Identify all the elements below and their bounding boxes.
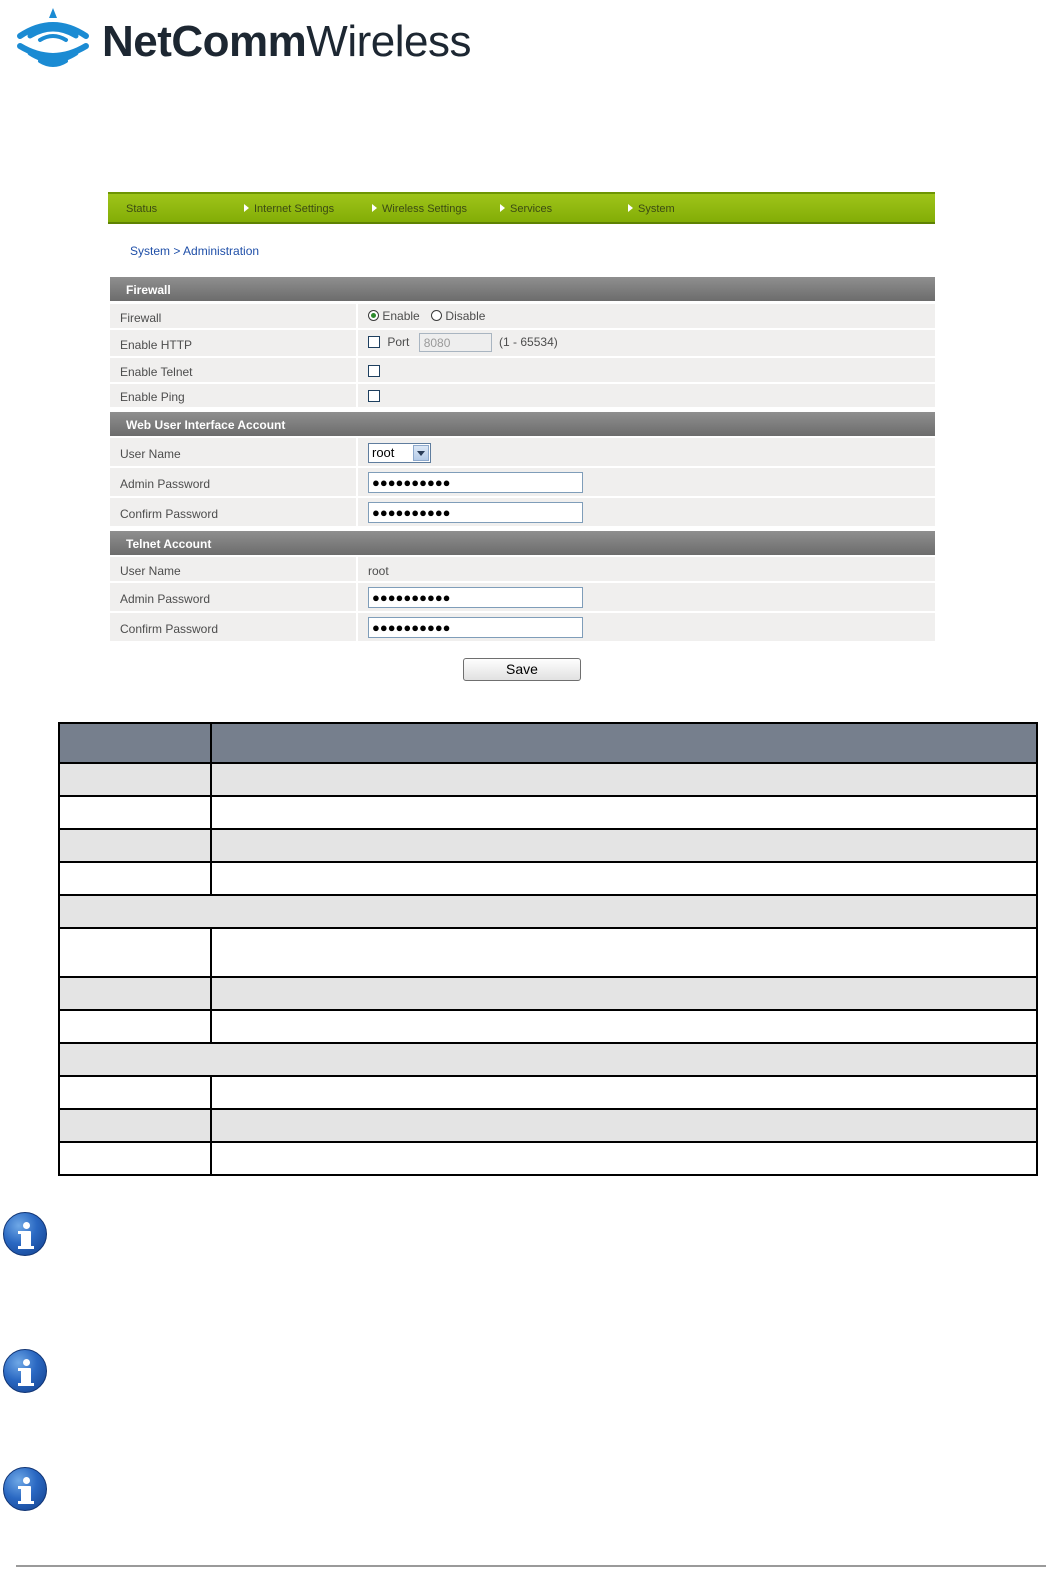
logo-text: NetCommWireless — [102, 17, 471, 66]
web-admin-password-input[interactable]: ●●●●●●●●●● — [368, 472, 583, 493]
table-row — [58, 1009, 1038, 1044]
chevron-down-icon[interactable] — [413, 445, 429, 461]
web-confirm-password-label: Confirm Password — [120, 507, 219, 521]
nav-wireless-settings[interactable]: Wireless Settings — [372, 203, 467, 215]
firewall-enable-radio[interactable] — [368, 310, 379, 321]
save-button[interactable]: Save — [463, 658, 581, 681]
table-row — [58, 795, 1038, 830]
top-nav: Status Internet Settings Wireless Settin… — [108, 192, 935, 224]
web-admin-password-row: Admin Password ●●●●●●●●●● — [110, 468, 935, 498]
enable-http-checkbox[interactable] — [368, 335, 380, 348]
telnet-admin-password-label: Admin Password — [120, 592, 211, 606]
table-row — [58, 762, 1038, 797]
table-row — [58, 828, 1038, 863]
arrow-right-icon — [500, 204, 505, 212]
web-confirm-password-row: Confirm Password ●●●●●●●●●● — [110, 498, 935, 528]
web-username-select[interactable]: root — [368, 443, 431, 463]
nav-status[interactable]: Status — [126, 203, 157, 215]
web-username-row: User Name root — [110, 438, 935, 468]
telnet-confirm-password-label: Confirm Password — [120, 622, 219, 636]
enable-http-row: Enable HTTP Port 8080 (1 - 65534) — [110, 330, 935, 358]
enable-telnet-row: Enable Telnet — [110, 358, 935, 384]
web-confirm-password-input[interactable]: ●●●●●●●●●● — [368, 502, 583, 523]
enable-http-label: Enable HTTP — [120, 338, 193, 352]
info-icon — [3, 1349, 47, 1393]
port-input[interactable]: 8080 — [418, 333, 492, 352]
telnet-username-label: User Name — [120, 564, 181, 578]
web-account-section-header: Web User Interface Account — [110, 412, 935, 436]
port-label: Port — [387, 334, 410, 349]
web-username-label: User Name — [120, 447, 181, 461]
telnet-username-value: root — [368, 564, 389, 578]
table-row — [58, 927, 1038, 978]
telnet-username-row: User Name root — [110, 557, 935, 583]
nav-services[interactable]: Services — [500, 203, 552, 215]
arrow-right-icon — [372, 204, 377, 212]
enable-option-label: Enable — [382, 309, 420, 323]
table-row — [58, 976, 1038, 1011]
table-section-row — [58, 894, 1038, 929]
table-header-row — [58, 722, 1038, 764]
table-row — [58, 1141, 1038, 1176]
arrow-right-icon — [244, 204, 249, 212]
page: NetCommWireless Status Internet Settings… — [0, 0, 1046, 1579]
telnet-confirm-password-input[interactable]: ●●●●●●●●●● — [368, 617, 583, 638]
table-section-row — [58, 1042, 1038, 1077]
telnet-account-section-header: Telnet Account — [110, 531, 935, 555]
enable-telnet-checkbox[interactable] — [368, 365, 380, 377]
disable-option-label: Disable — [445, 309, 486, 323]
web-admin-password-label: Admin Password — [120, 477, 211, 491]
telnet-confirm-password-row: Confirm Password ●●●●●●●●●● — [110, 613, 935, 643]
firewall-disable-radio[interactable] — [431, 310, 443, 321]
nav-internet-settings[interactable]: Internet Settings — [244, 203, 334, 215]
telnet-admin-password-row: Admin Password ●●●●●●●●●● — [110, 583, 935, 613]
firewall-section-header: Firewall — [110, 277, 935, 301]
table-row — [58, 1108, 1038, 1143]
netcomm-logo: NetCommWireless — [14, 6, 494, 78]
description-table — [58, 722, 1038, 1176]
info-icon — [3, 1467, 47, 1511]
footer-divider — [16, 1565, 1046, 1567]
info-icon — [3, 1212, 47, 1256]
enable-ping-checkbox[interactable] — [368, 390, 380, 402]
enable-ping-row: Enable Ping — [110, 384, 935, 409]
table-row — [58, 1075, 1038, 1110]
arrow-right-icon — [628, 204, 633, 212]
nav-system[interactable]: System — [628, 203, 675, 215]
table-row — [58, 861, 1038, 896]
enable-telnet-label: Enable Telnet — [120, 365, 193, 379]
admin-panel: Status Internet Settings Wireless Settin… — [108, 192, 935, 692]
breadcrumb[interactable]: System > Administration — [130, 244, 259, 258]
enable-ping-label: Enable Ping — [120, 390, 185, 404]
port-range-text: (1 - 65534) — [499, 334, 558, 349]
firewall-row: Firewall Enable Disable — [110, 304, 935, 330]
telnet-admin-password-input[interactable]: ●●●●●●●●●● — [368, 587, 583, 608]
firewall-label: Firewall — [120, 311, 162, 325]
wifi-logo-icon — [17, 8, 89, 67]
